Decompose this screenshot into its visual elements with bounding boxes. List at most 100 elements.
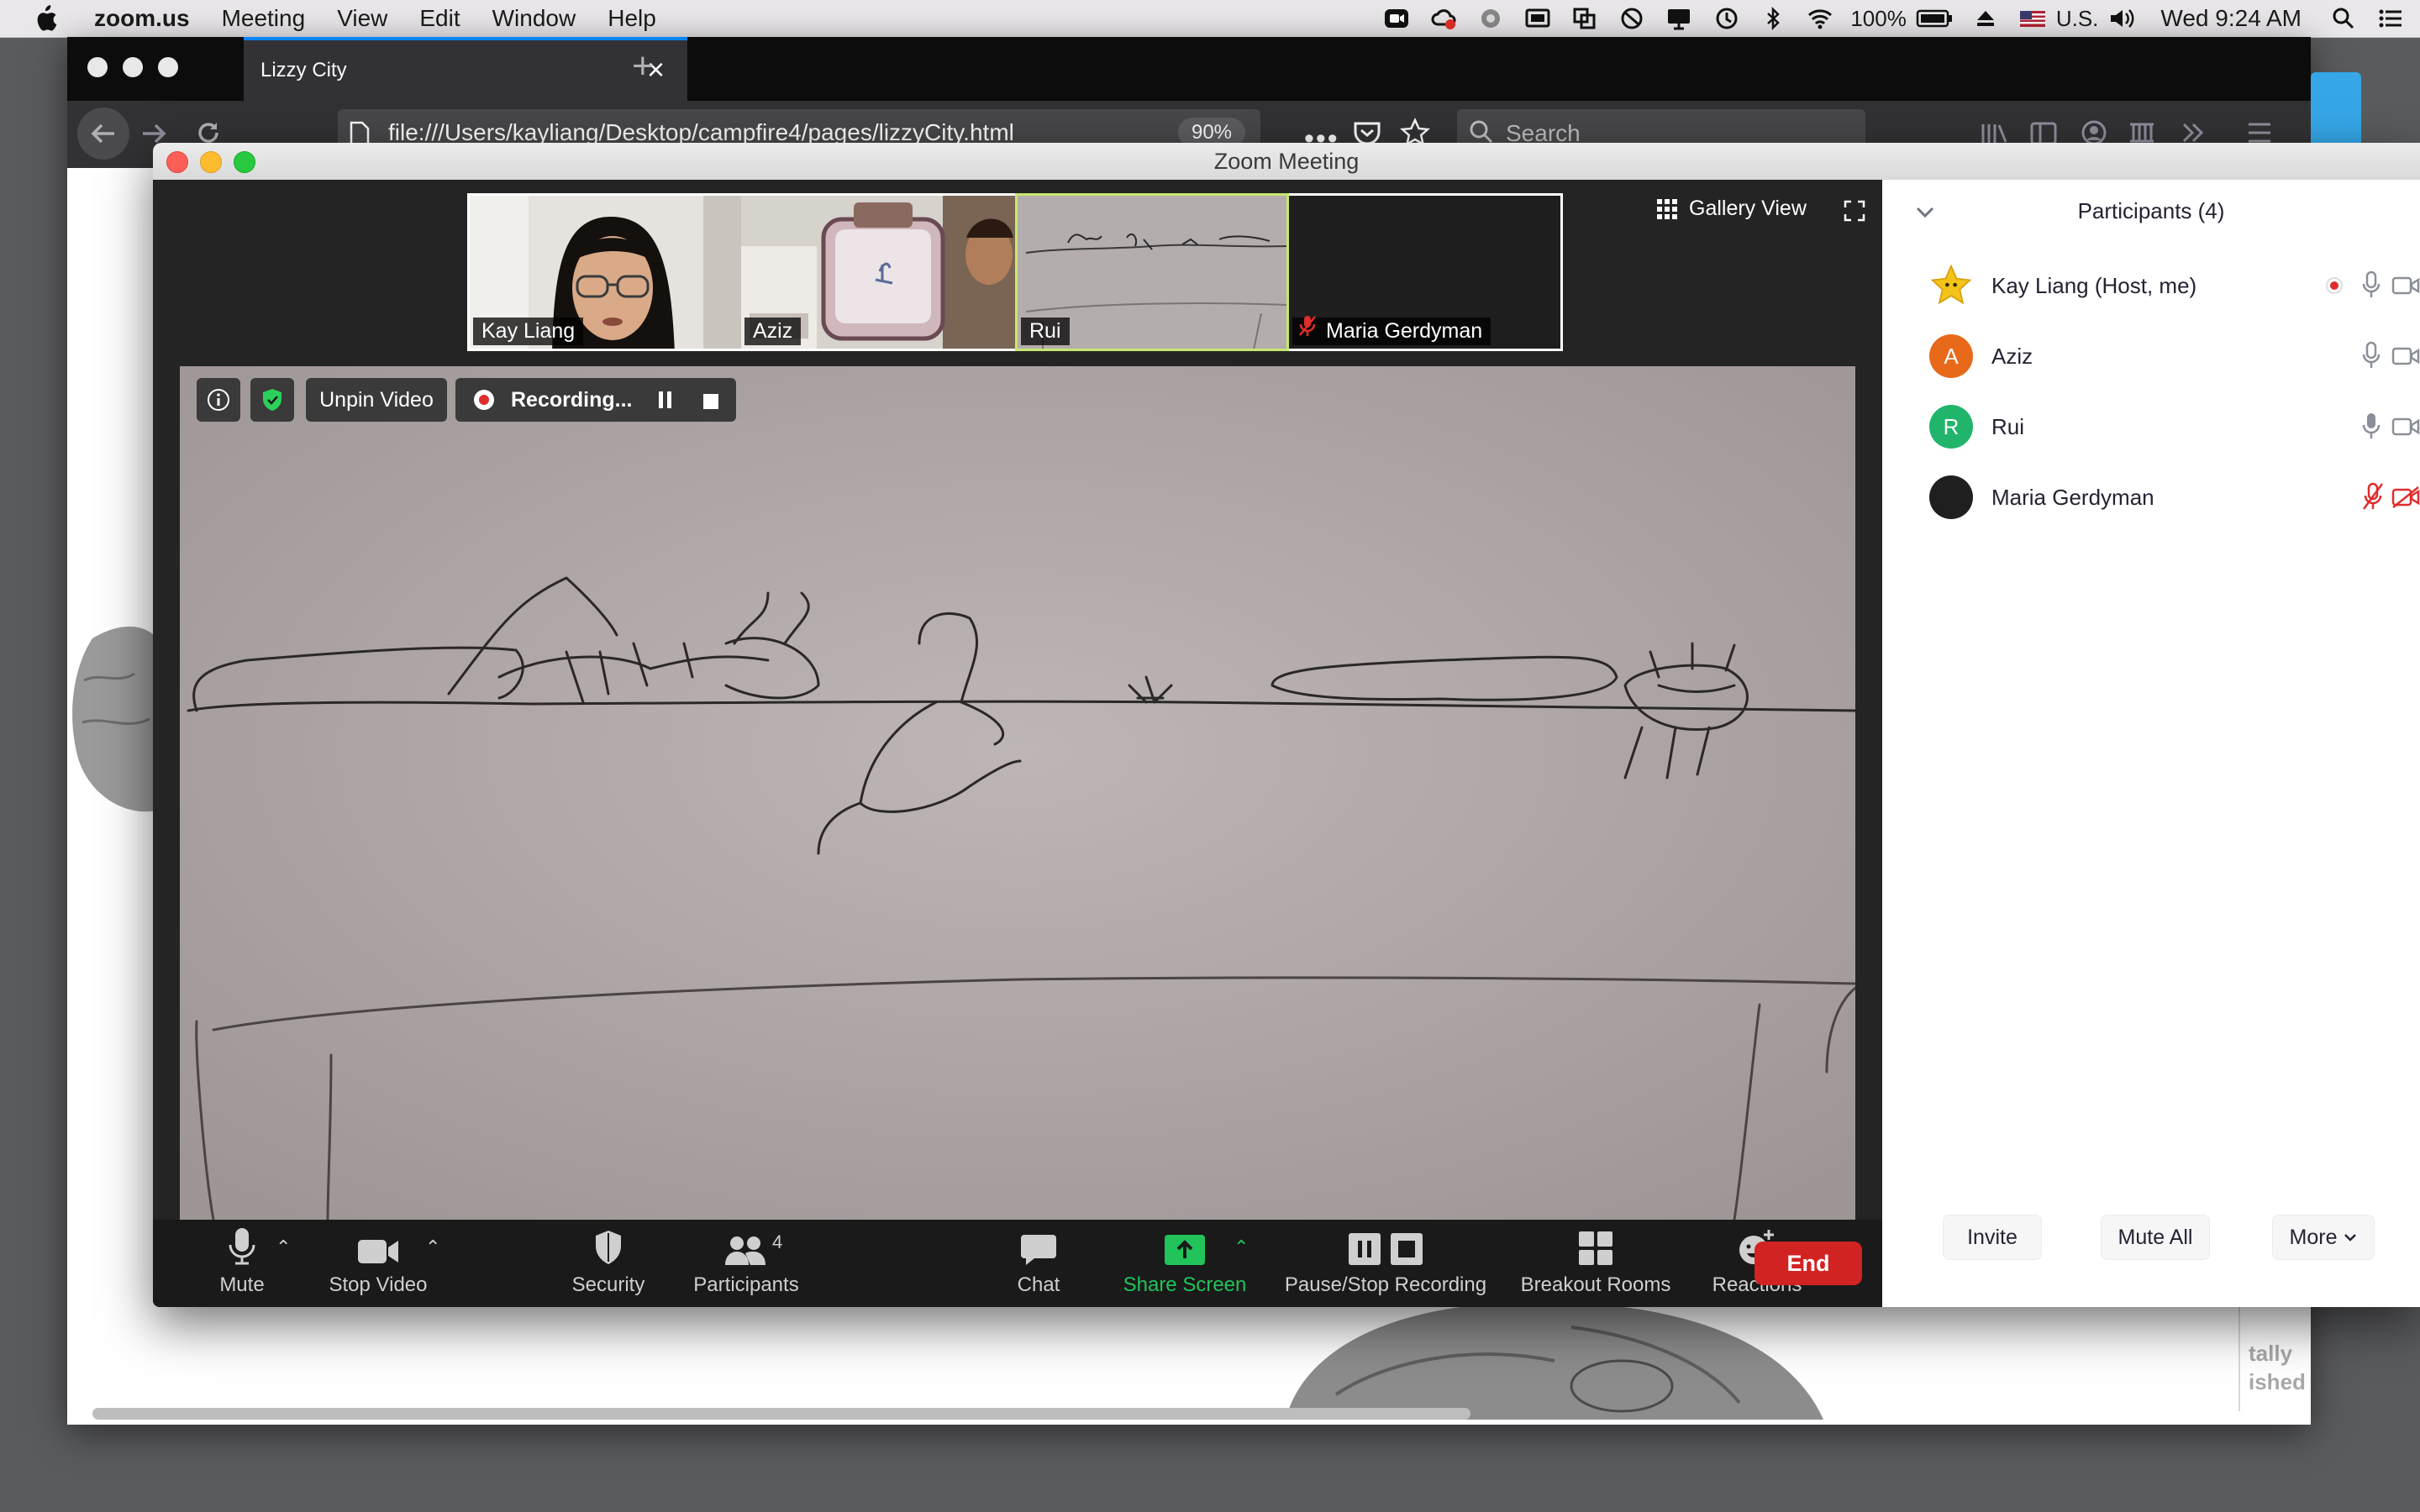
zoom-titlebar: Zoom Meeting	[153, 143, 2420, 181]
horizontal-scrollbar-thumb[interactable]	[92, 1408, 1470, 1420]
notification-center-icon[interactable]	[2376, 6, 2405, 31]
avatar-letter: R	[1943, 413, 1960, 439]
stop-video-label: Stop Video	[329, 1273, 428, 1296]
pause-stop-recording-button[interactable]: Pause/Stop Recording	[1274, 1220, 1497, 1307]
wifi-icon[interactable]	[1806, 6, 1834, 31]
menu-meeting[interactable]: Meeting	[222, 5, 306, 32]
us-flag-icon[interactable]	[2018, 6, 2047, 31]
pause-recording-icon[interactable]	[657, 390, 674, 416]
sync-icon[interactable]	[1476, 6, 1505, 31]
muted-mic-icon	[1297, 314, 1318, 342]
close-window-button[interactable]	[87, 57, 108, 77]
thumbnail-maria-gerdyman[interactable]: Maria Gerdyman	[1289, 193, 1563, 351]
recording-label: Recording...	[511, 387, 633, 412]
thumbnail-aziz[interactable]: Aziz	[741, 193, 1015, 351]
zoom-status-icon[interactable]	[1382, 6, 1411, 31]
end-meeting-button[interactable]: End	[1754, 1242, 1862, 1285]
thumbnail-kay-liang[interactable]: Kay Liang	[467, 193, 741, 351]
apple-icon[interactable]	[34, 4, 57, 33]
display-icon[interactable]	[1665, 6, 1693, 31]
participant-row[interactable]: Maria Gerdyman	[1882, 462, 2420, 533]
video-camera-icon[interactable]	[2391, 276, 2420, 302]
thumbnail-rui[interactable]: Rui	[1015, 193, 1289, 351]
star-avatar-icon	[1929, 264, 1973, 307]
more-button[interactable]: More	[2272, 1215, 2375, 1260]
gallery-view-button[interactable]: Gallery View	[1657, 197, 1807, 221]
pause-stop-recording-label: Pause/Stop Recording	[1284, 1273, 1487, 1296]
microphone-icon[interactable]	[2361, 270, 2381, 305]
video-camera-icon[interactable]	[2391, 346, 2420, 372]
app-menu[interactable]: zoom.us	[94, 5, 190, 32]
time-machine-icon[interactable]	[1712, 6, 1740, 31]
encryption-shield-icon[interactable]	[250, 378, 294, 422]
status-tray: 100% U.S. Wed 9:24 AM	[1373, 0, 2420, 37]
eject-icon[interactable]	[1971, 6, 2000, 31]
invite-button[interactable]: Invite	[1943, 1215, 2042, 1260]
video-off-icon[interactable]	[2391, 486, 2420, 515]
security-shield-icon	[596, 1231, 621, 1264]
participant-name: Rui	[1991, 413, 2025, 439]
security-button[interactable]: Security	[558, 1220, 659, 1307]
minimize-window-button[interactable]	[123, 57, 143, 77]
gallery-view-label: Gallery View	[1689, 197, 1807, 220]
audio-options-chevron-icon[interactable]: ⌃	[276, 1236, 291, 1258]
menu-edit[interactable]: Edit	[419, 5, 460, 32]
close-window-button[interactable]	[166, 151, 188, 173]
screen-icon[interactable]	[1523, 6, 1552, 31]
microphone-icon[interactable]	[2361, 341, 2381, 375]
participant-row[interactable]: A Aziz	[1882, 321, 2420, 391]
participants-button[interactable]: 4 Participants	[687, 1220, 805, 1307]
new-tab-icon[interactable]: +	[632, 45, 654, 87]
share-screen-button[interactable]: Share Screen	[1111, 1220, 1259, 1307]
copy-icon[interactable]	[1570, 6, 1599, 31]
chevron-down-icon	[2344, 1234, 2357, 1242]
zoom-meeting-window: Zoom Meeting Kay Liang Aziz Rui Maria Ge…	[153, 143, 2420, 1307]
breakout-rooms-button[interactable]: Breakout Rooms	[1507, 1220, 1684, 1307]
participant-row[interactable]: Kay Liang (Host, me)	[1882, 250, 2420, 321]
zoom-window-button[interactable]	[158, 57, 178, 77]
stop-video-button[interactable]: Stop Video	[319, 1220, 437, 1307]
battery-percent: 100%	[1850, 5, 1907, 31]
chat-label: Chat	[1017, 1273, 1060, 1296]
page-side-text-line-1: tally	[2249, 1341, 2293, 1366]
meeting-toolbar: Mute ⌃ Stop Video ⌃ Security 4 Participa…	[153, 1220, 1882, 1307]
input-source[interactable]: U.S.	[2056, 6, 2099, 32]
stop-recording-icon[interactable]	[702, 391, 719, 416]
mute-label: Mute	[219, 1273, 265, 1296]
battery-icon[interactable]	[1916, 6, 1953, 31]
microphone-icon[interactable]	[2361, 412, 2381, 446]
microphone-icon	[229, 1228, 255, 1265]
browser-tab[interactable]: Lizzy City ×	[244, 37, 687, 101]
share-screen-label: Share Screen	[1123, 1273, 1247, 1296]
participants-panel-title: Participants (4)	[2077, 198, 2225, 223]
spotlight-search-icon[interactable]	[2329, 6, 2358, 31]
share-options-chevron-icon[interactable]: ⌃	[1234, 1236, 1249, 1258]
back-icon[interactable]	[77, 108, 129, 160]
menu-window[interactable]: Window	[492, 5, 576, 32]
creative-cloud-icon[interactable]	[1429, 6, 1458, 31]
menu-help[interactable]: Help	[608, 5, 656, 32]
bluetooth-icon[interactable]	[1759, 6, 1787, 31]
menu-view[interactable]: View	[337, 5, 387, 32]
participants-count: 4	[772, 1231, 783, 1252]
mute-all-button[interactable]: Mute All	[2101, 1215, 2210, 1260]
unpin-video-button[interactable]: Unpin Video	[306, 378, 447, 422]
video-camera-icon[interactable]	[2391, 417, 2420, 443]
chat-button[interactable]: Chat	[998, 1220, 1079, 1307]
thumbnail-name: Maria Gerdyman	[1292, 318, 1491, 345]
zoom-window-button[interactable]	[234, 151, 255, 173]
dnd-icon[interactable]	[1618, 6, 1646, 31]
meeting-info-icon[interactable]	[197, 378, 240, 422]
fullscreen-icon[interactable]	[1844, 200, 1865, 226]
avatar: A	[1929, 334, 1973, 378]
minimize-window-button[interactable]	[200, 151, 222, 173]
security-label: Security	[571, 1273, 645, 1296]
video-options-chevron-icon[interactable]: ⌃	[425, 1236, 440, 1258]
volume-icon[interactable]	[2107, 6, 2136, 31]
mute-button[interactable]: Mute	[200, 1220, 284, 1307]
participant-row[interactable]: R Rui	[1882, 391, 2420, 462]
drawing-video-frame	[180, 366, 1855, 1220]
participant-name: Kay Liang (Host, me)	[1991, 272, 2197, 298]
clock[interactable]: Wed 9:24 AM	[2160, 5, 2302, 32]
muted-mic-icon[interactable]	[2361, 482, 2385, 517]
